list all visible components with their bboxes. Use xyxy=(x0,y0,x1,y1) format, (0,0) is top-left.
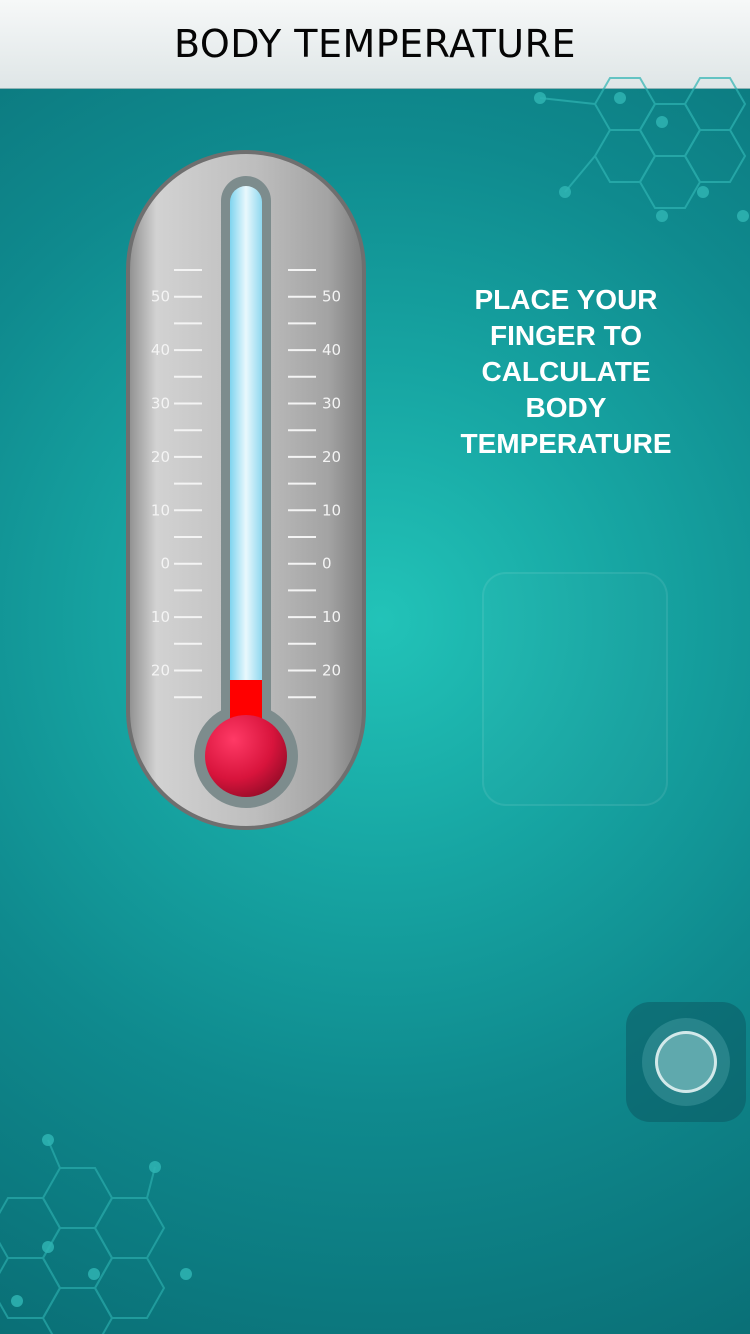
thermometer: 50 50 40 40 30 30 20 20 10 10 0 0 10 10 20 20 xyxy=(126,150,366,830)
instruction-text: PLACE YOUR FINGER TO CALCULATE BODY TEMP… xyxy=(460,284,672,459)
scale-label-left: 10 xyxy=(151,501,170,519)
scale-label-right: 50 xyxy=(322,288,341,306)
scale-label-right: 0 xyxy=(322,555,332,573)
scale-label-right: 20 xyxy=(322,662,341,680)
hexagon-decoration-top xyxy=(534,77,749,222)
scale-label-right: 30 xyxy=(322,395,341,413)
home-button[interactable] xyxy=(626,1002,746,1122)
scale-label-left: 50 xyxy=(151,288,170,306)
scale-label-right: 10 xyxy=(322,501,341,519)
scale-label-left: 40 xyxy=(151,341,170,359)
scale-label-left: 0 xyxy=(160,555,170,573)
page-title: BODY TEMPERATURE xyxy=(173,22,577,66)
fingerprint-pad[interactable] xyxy=(482,572,668,806)
home-button-icon xyxy=(642,1018,730,1106)
hexagon-decoration-bottom xyxy=(0,1134,192,1334)
scale-label-left: 20 xyxy=(151,448,170,466)
thermometer-bulb xyxy=(205,715,287,797)
scale-label-left: 20 xyxy=(151,662,170,680)
scale-label-left: 10 xyxy=(151,608,170,626)
scale-label-right: 40 xyxy=(322,341,341,359)
scale-label-left: 30 xyxy=(151,395,170,413)
scale-label-right: 20 xyxy=(322,448,341,466)
scale-label-right: 10 xyxy=(322,608,341,626)
thermometer-tube xyxy=(230,186,262,706)
